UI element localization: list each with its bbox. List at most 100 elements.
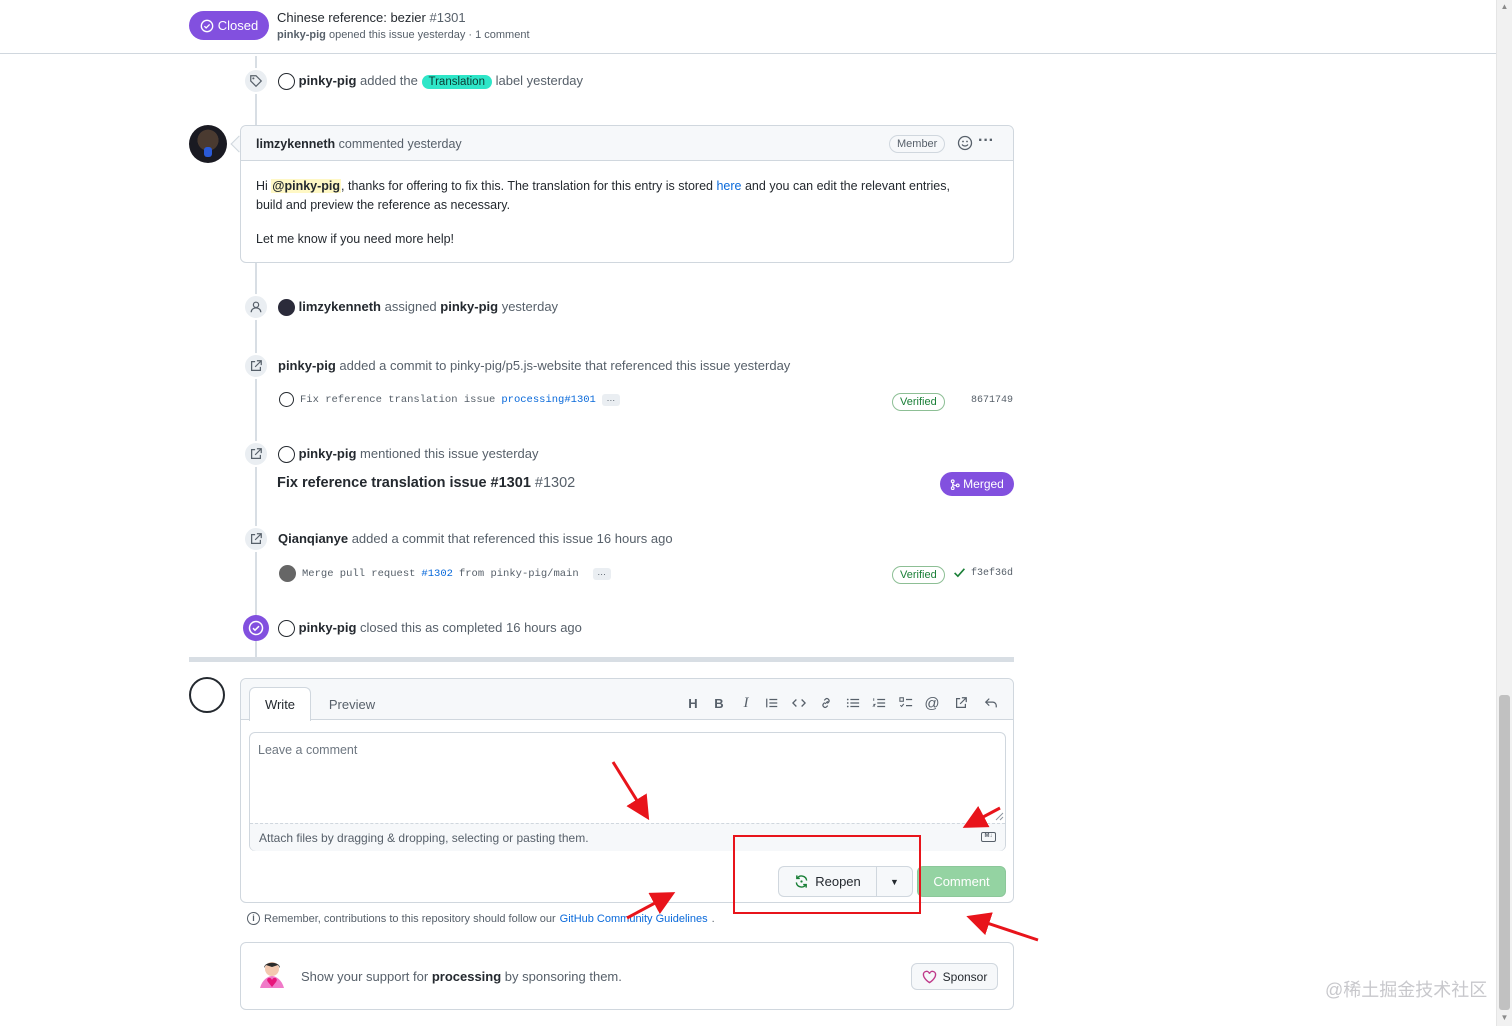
mention-event: pinky-pig mentioned this issue yesterday <box>278 446 539 464</box>
event-text: label yesterday <box>495 73 584 88</box>
guidelines-text: Remember, contributions to this reposito… <box>264 912 556 925</box>
annotation-arrow <box>966 912 1039 942</box>
info-icon: i <box>247 912 260 925</box>
comment-header: limzykenneth commented yesterday Member … <box>241 126 1013 161</box>
annotation-highlight-box <box>733 835 921 914</box>
event-text: added the <box>360 73 418 88</box>
commit-issue-link[interactable]: processing#1301 <box>501 394 596 406</box>
comment-paragraph: Let me know if you need more help! <box>256 232 455 246</box>
kebab-menu-icon[interactable]: ··· <box>978 132 994 150</box>
ordered-list-icon[interactable] <box>869 693 889 713</box>
assignee-link[interactable]: pinky-pig <box>440 299 498 314</box>
scroll-down-icon[interactable]: ▼ <box>1499 1013 1510 1022</box>
scroll-up-icon[interactable]: ▲ <box>1499 2 1510 11</box>
tag-icon <box>243 68 269 94</box>
reply-icon[interactable] <box>981 693 1001 713</box>
scrollbar-thumb[interactable] <box>1499 695 1510 1010</box>
quote-icon[interactable] <box>762 693 782 713</box>
avatar[interactable] <box>189 125 227 163</box>
actor-link[interactable]: pinky-pig <box>299 620 357 635</box>
markdown-icon[interactable]: M↓ <box>981 832 996 842</box>
code-icon[interactable] <box>789 693 809 713</box>
commit-message[interactable]: from pinky-pig/main <box>459 568 579 580</box>
event-text: assigned <box>384 299 437 314</box>
heading-icon[interactable]: H <box>683 693 703 713</box>
issue-author-link[interactable]: pinky-pig <box>277 29 326 41</box>
actor-link[interactable]: Qianqianye <box>278 531 348 546</box>
commit-message[interactable]: Fix reference translation issue <box>300 394 495 406</box>
issue-meta-text: opened this issue yesterday · 1 comment <box>328 29 530 41</box>
commit-sha-link[interactable]: 8671749 <box>971 395 1013 406</box>
cross-reference-icon[interactable] <box>951 693 971 713</box>
timeline-divider <box>189 657 1014 662</box>
actor-link[interactable]: pinky-pig <box>299 73 357 88</box>
comment-placeholder: Leave a comment <box>258 743 358 757</box>
sponsor-mascot-icon <box>260 962 284 988</box>
italic-icon[interactable]: I <box>736 693 756 713</box>
pr-title-link[interactable]: Fix reference translation issue #1301 <box>277 475 531 491</box>
commit-message[interactable]: Merge pull request <box>302 568 415 580</box>
pr-number: #1302 <box>534 475 576 491</box>
avatar[interactable] <box>279 565 296 582</box>
merged-label: Merged <box>963 477 1004 491</box>
merged-badge: Merged <box>940 472 1014 496</box>
verified-badge[interactable]: Verified <box>892 566 945 584</box>
comment-button[interactable]: Comment <box>917 866 1006 897</box>
label-event: pinky-pig added the Translation label ye… <box>278 73 584 91</box>
here-link[interactable]: here <box>716 179 741 193</box>
merge-icon <box>950 478 960 490</box>
avatar[interactable] <box>278 73 295 91</box>
comment-author-link[interactable]: limzykenneth <box>256 137 335 151</box>
comment-time[interactable]: commented yesterday <box>339 137 462 151</box>
verified-badge[interactable]: Verified <box>892 393 945 411</box>
avatar[interactable] <box>278 446 295 464</box>
comment-textarea[interactable]: Leave a comment Attach files by dragging… <box>249 732 1006 851</box>
commit-row: Fix reference translation issue processi… <box>279 392 620 407</box>
commit-row: Merge pull request #1302 from pinky-pig/… <box>279 565 611 582</box>
mention-icon[interactable]: @ <box>922 693 942 713</box>
attach-files-text: Attach files by dragging & dropping, sel… <box>259 831 589 845</box>
avatar[interactable] <box>279 392 294 407</box>
guidelines-link[interactable]: GitHub Community Guidelines <box>560 913 708 925</box>
user-mention[interactable]: @pinky-pig <box>271 179 342 193</box>
commit-sha-link[interactable]: f3ef36d <box>971 568 1013 579</box>
unordered-list-icon[interactable] <box>843 693 863 713</box>
close-event: pinky-pig closed this as completed 16 ho… <box>278 620 582 638</box>
tab-write[interactable]: Write <box>249 687 311 721</box>
link-icon[interactable] <box>816 693 836 713</box>
sponsor-box: Show your support for processing by spon… <box>240 942 1014 1010</box>
tab-preview[interactable]: Preview <box>321 687 383 721</box>
closed-status-badge: Closed <box>189 11 269 40</box>
avatar[interactable] <box>278 299 295 317</box>
bold-icon[interactable]: B <box>709 693 729 713</box>
sponsor-org-link[interactable]: processing <box>432 969 501 984</box>
resize-handle-icon[interactable] <box>994 811 1004 821</box>
commit-pr-link[interactable]: #1302 <box>421 568 453 580</box>
expand-commit-button[interactable]: … <box>592 567 611 580</box>
expand-commit-button[interactable]: … <box>601 393 620 406</box>
actor-link[interactable]: pinky-pig <box>299 446 357 461</box>
issue-title-text: Chinese reference: bezier <box>277 10 426 25</box>
event-text: added a commit that referenced this issu… <box>351 531 673 546</box>
translation-label[interactable]: Translation <box>421 74 492 89</box>
comment-body: Hi @pinky-pig, thanks for offering to fi… <box>256 177 996 249</box>
comment-text: build and preview the reference as neces… <box>256 198 511 212</box>
event-time[interactable]: yesterday <box>502 299 558 314</box>
sponsor-text-part: Show your support for <box>301 969 429 984</box>
sponsor-button[interactable]: Sponsor <box>911 963 998 990</box>
avatar[interactable] <box>278 620 295 638</box>
task-list-icon[interactable] <box>896 693 916 713</box>
pr-reference[interactable]: Fix reference translation issue #1301 #1… <box>277 475 575 491</box>
person-icon <box>243 294 269 320</box>
smiley-icon[interactable] <box>957 135 973 154</box>
avatar[interactable] <box>189 677 225 713</box>
event-text: closed this as completed 16 hours ago <box>360 620 582 635</box>
issue-title[interactable]: Chinese reference: bezier #1301 <box>277 10 466 25</box>
sponsor-text: Show your support for processing by spon… <box>301 969 622 984</box>
comment-paragraph: Hi @pinky-pig, thanks for offering to fi… <box>256 177 996 215</box>
check-circle-icon <box>243 615 269 641</box>
actor-link[interactable]: limzykenneth <box>299 299 381 314</box>
check-icon[interactable] <box>953 566 966 582</box>
actor-link[interactable]: pinky-pig <box>278 358 336 373</box>
assign-event: limzykenneth assigned pinky-pig yesterda… <box>278 299 558 317</box>
